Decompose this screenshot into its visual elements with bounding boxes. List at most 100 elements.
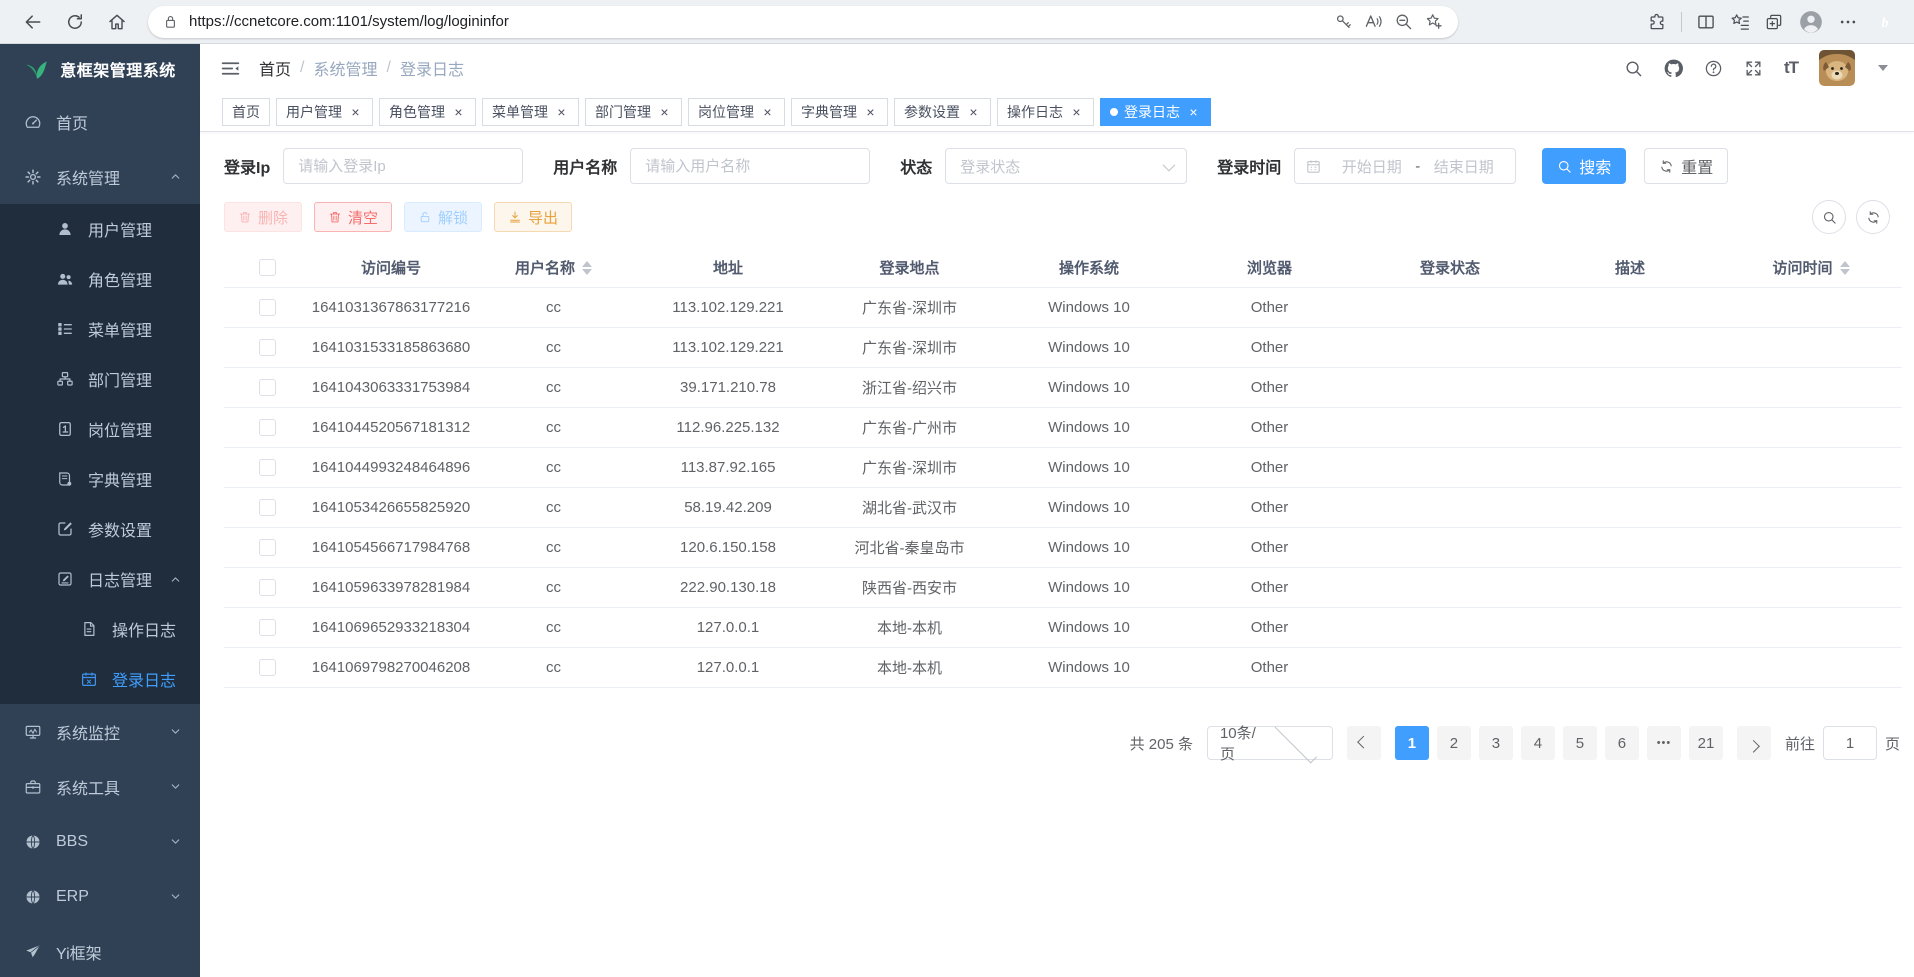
refresh-table-button[interactable] — [1856, 200, 1890, 234]
password-key-icon[interactable] — [1328, 7, 1358, 37]
fullscreen-icon[interactable] — [1744, 59, 1763, 78]
column-header[interactable]: 浏览器 — [1179, 257, 1360, 278]
export-button[interactable]: 导出 — [494, 202, 572, 232]
sidebar-item[interactable]: 系统监控 — [0, 704, 200, 759]
page-button[interactable]: 21 — [1689, 726, 1723, 760]
row-checkbox[interactable] — [259, 499, 276, 516]
browser-refresh-button[interactable] — [58, 5, 92, 39]
start-date-placeholder[interactable]: 开始日期 — [1330, 156, 1413, 177]
extensions-icon[interactable] — [1647, 12, 1667, 32]
row-checkbox[interactable] — [259, 339, 276, 356]
sidebar-item[interactable]: 操作日志 — [0, 604, 200, 654]
sidebar-item[interactable]: 菜单管理 — [0, 304, 200, 354]
tab[interactable]: 首页 — [222, 98, 270, 126]
page-button[interactable]: 6 — [1605, 726, 1639, 760]
sidebar-item[interactable]: Yi框架 — [0, 924, 200, 977]
unlock-button[interactable]: 解锁 — [404, 202, 482, 232]
end-date-placeholder[interactable]: 结束日期 — [1422, 156, 1505, 177]
browser-home-button[interactable] — [100, 5, 134, 39]
browser-back-button[interactable] — [16, 5, 50, 39]
close-icon[interactable] — [1186, 104, 1201, 119]
tab[interactable]: 菜单管理 — [482, 98, 579, 126]
column-header[interactable]: 访问时间 — [1720, 257, 1902, 278]
sidebar-collapse-icon[interactable] — [216, 54, 245, 83]
lock-icon[interactable] — [162, 13, 179, 30]
favorites-icon[interactable] — [1730, 12, 1750, 32]
app-logo[interactable]: 意框架管理系统 — [0, 44, 200, 94]
sidebar-item[interactable]: 部门管理 — [0, 354, 200, 404]
tab[interactable]: 用户管理 — [276, 98, 373, 126]
close-icon[interactable] — [760, 104, 775, 119]
copilot-icon[interactable] — [1872, 9, 1898, 35]
sort-icon[interactable] — [1840, 261, 1850, 275]
search-button[interactable]: 搜索 — [1542, 148, 1626, 184]
sidebar-item[interactable]: 参数设置 — [0, 504, 200, 554]
delete-button[interactable]: 删除 — [224, 202, 302, 232]
row-checkbox[interactable] — [259, 539, 276, 556]
row-checkbox[interactable] — [259, 299, 276, 316]
login-ip-input[interactable] — [298, 158, 508, 175]
reset-button[interactable]: 重置 — [1644, 148, 1728, 184]
tab[interactable]: 字典管理 — [791, 98, 888, 126]
column-header[interactable]: 用户名称 — [471, 257, 636, 278]
column-header[interactable]: 操作系统 — [999, 257, 1179, 278]
close-icon[interactable] — [554, 104, 569, 119]
search-icon[interactable] — [1624, 59, 1643, 78]
page-button[interactable]: 3 — [1479, 726, 1513, 760]
column-header[interactable]: 地址 — [636, 257, 820, 278]
page-button[interactable]: 2 — [1437, 726, 1471, 760]
username-field[interactable] — [630, 148, 870, 184]
page-size-select[interactable]: 10条/页 — [1207, 726, 1333, 760]
select-all-checkbox[interactable] — [259, 259, 276, 276]
row-checkbox[interactable] — [259, 659, 276, 676]
sidebar-item[interactable]: BBS — [0, 814, 200, 869]
column-header[interactable]: 登录状态 — [1360, 257, 1540, 278]
column-header[interactable]: 登录地点 — [820, 257, 999, 278]
toggle-search-button[interactable] — [1812, 200, 1846, 234]
close-icon[interactable] — [657, 104, 672, 119]
collections-icon[interactable] — [1764, 12, 1784, 32]
next-page-button[interactable] — [1737, 726, 1771, 760]
tab[interactable]: 参数设置 — [894, 98, 991, 126]
clear-button[interactable]: 清空 — [314, 202, 392, 232]
browser-menu-icon[interactable] — [1838, 12, 1858, 32]
close-icon[interactable] — [1069, 104, 1084, 119]
tab[interactable]: 登录日志 — [1100, 98, 1211, 126]
page-button[interactable]: 1 — [1395, 726, 1429, 760]
sidebar-item[interactable]: 岗位管理 — [0, 404, 200, 454]
login-ip-field[interactable] — [283, 148, 523, 184]
avatar-dropdown-icon[interactable] — [1878, 65, 1888, 71]
page-button[interactable]: 4 — [1521, 726, 1555, 760]
row-checkbox[interactable] — [259, 419, 276, 436]
browser-profile-icon[interactable] — [1798, 9, 1824, 35]
close-icon[interactable] — [863, 104, 878, 119]
user-avatar[interactable] — [1819, 50, 1855, 86]
sidebar-item[interactable]: 首页 — [0, 94, 200, 149]
row-checkbox[interactable] — [259, 459, 276, 476]
tab[interactable]: 部门管理 — [585, 98, 682, 126]
row-checkbox[interactable] — [259, 579, 276, 596]
column-header[interactable]: 描述 — [1540, 257, 1720, 278]
close-icon[interactable] — [966, 104, 981, 119]
read-aloud-icon[interactable] — [1358, 7, 1388, 37]
sidebar-item[interactable]: ERP — [0, 869, 200, 924]
page-button[interactable]: ••• — [1647, 726, 1681, 760]
sidebar-item[interactable]: 日志管理 — [0, 554, 200, 604]
sidebar-item[interactable]: 系统工具 — [0, 759, 200, 814]
github-icon[interactable] — [1664, 59, 1683, 78]
column-header[interactable]: 访问编号 — [311, 257, 471, 278]
tab[interactable]: 角色管理 — [379, 98, 476, 126]
help-icon[interactable] — [1704, 59, 1723, 78]
goto-page-input[interactable] — [1823, 726, 1877, 760]
tab[interactable]: 岗位管理 — [688, 98, 785, 126]
sidebar-item[interactable]: 用户管理 — [0, 204, 200, 254]
date-range-picker[interactable]: 开始日期 - 结束日期 — [1294, 148, 1516, 184]
close-icon[interactable] — [451, 104, 466, 119]
split-screen-icon[interactable] — [1696, 12, 1716, 32]
sidebar-item[interactable]: 角色管理 — [0, 254, 200, 304]
sidebar-item[interactable]: 系统管理 — [0, 149, 200, 204]
font-size-icon[interactable] — [1784, 58, 1798, 78]
row-checkbox[interactable] — [259, 379, 276, 396]
row-checkbox[interactable] — [259, 619, 276, 636]
url-text[interactable]: https://ccnetcore.com:1101/system/log/lo… — [189, 13, 1328, 30]
